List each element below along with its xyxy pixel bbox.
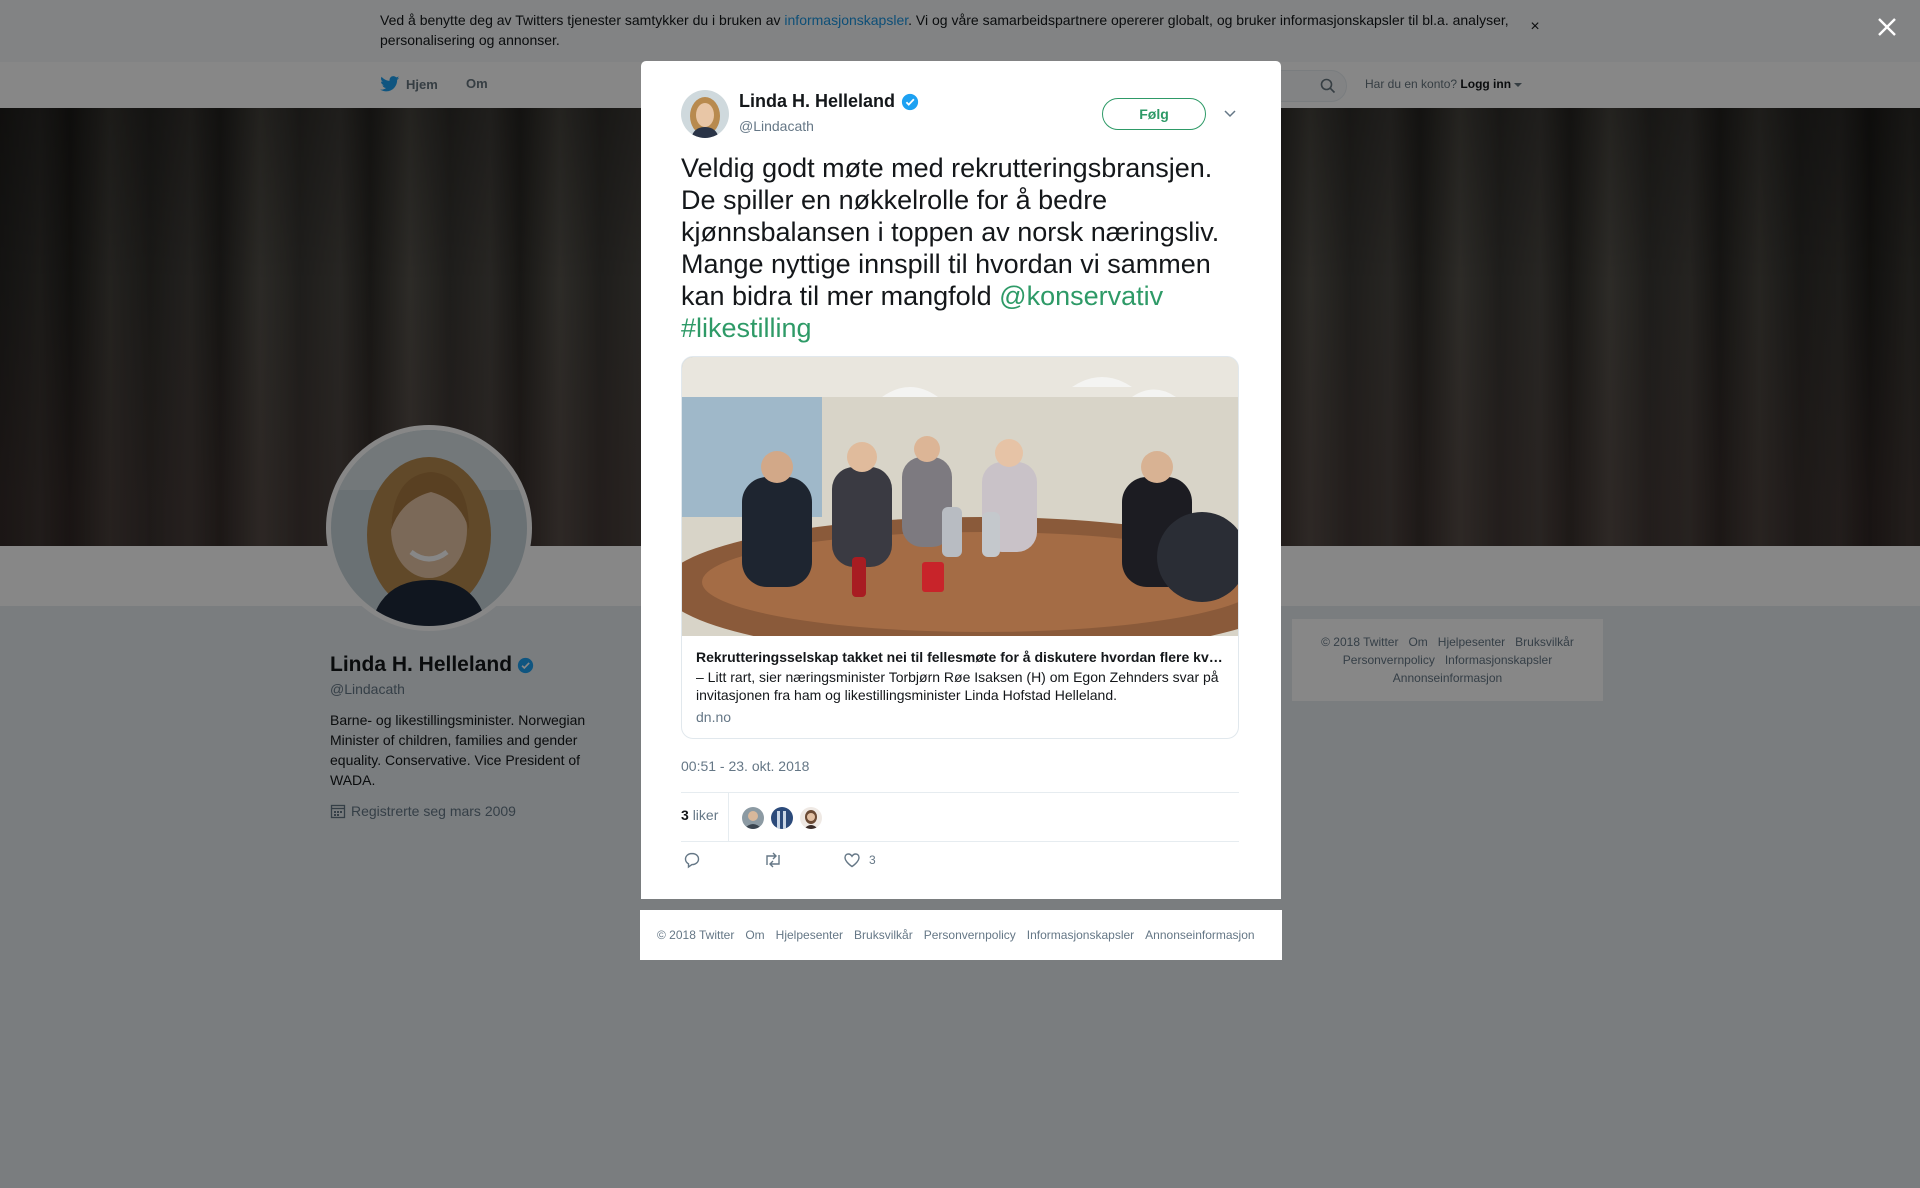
close-modal-icon[interactable]	[1872, 12, 1902, 42]
like-count: 3	[869, 853, 876, 867]
card-description: – Litt rart, sier næringsminister Torbjø…	[696, 669, 1219, 703]
hashtag-link[interactable]: #likestilling	[681, 313, 812, 343]
link-card[interactable]: Rekrutteringsselskap takket nei til fell…	[681, 356, 1239, 739]
liker-avatar[interactable]	[770, 806, 794, 830]
tweet-author-avatar[interactable]	[681, 90, 729, 138]
liker-avatar[interactable]	[741, 806, 765, 830]
footer-link[interactable]: Bruksvilkår	[854, 928, 913, 942]
retweet-icon	[766, 852, 780, 868]
tweet-actions: 3	[681, 851, 1239, 881]
likes-row: 3 liker	[681, 792, 1239, 842]
card-image	[682, 357, 1238, 636]
chevron-down-icon[interactable]	[1223, 106, 1237, 120]
tweet-timestamp[interactable]: 00:51 - 23. okt. 2018	[681, 758, 809, 774]
liker-avatar[interactable]	[799, 806, 823, 830]
card-domain: dn.no	[696, 709, 732, 725]
follow-button[interactable]: Følg	[1102, 98, 1206, 130]
footer-link[interactable]: Informasjonskapsler	[1027, 928, 1134, 942]
tweet-author-handle[interactable]: @Lindacath	[739, 118, 814, 134]
heart-icon	[844, 853, 860, 868]
footer-link[interactable]: Annonseinformasjon	[1145, 928, 1254, 942]
retweet-button[interactable]	[763, 851, 783, 869]
footer-link[interactable]: © 2018 Twitter	[657, 928, 734, 942]
tweet-modal: Linda H. Helleland @Lindacath Følg Veldi…	[641, 61, 1281, 899]
modal-footer: © 2018 Twitter Om Hjelpesenter Bruksvilk…	[640, 910, 1282, 960]
likes-divider	[728, 793, 729, 841]
footer-link[interactable]: Personvernpolicy	[924, 928, 1016, 942]
like-button[interactable]: 3	[843, 851, 876, 869]
footer-link[interactable]: Om	[745, 928, 764, 942]
tweet-text: Veldig godt møte med rekrutteringsbransj…	[681, 153, 1220, 343]
verified-badge-icon	[901, 93, 919, 110]
reply-button[interactable]	[683, 851, 701, 869]
author-photo	[681, 90, 729, 138]
mention-link[interactable]: @konservativ	[999, 281, 1163, 311]
card-title: Rekrutteringsselskap takket nei til fell…	[696, 649, 1226, 665]
footer-link[interactable]: Hjelpesenter	[776, 928, 843, 942]
likes-count[interactable]: 3 liker	[681, 807, 718, 823]
tweet-author-name[interactable]: Linda H. Helleland	[739, 91, 919, 112]
reply-icon	[684, 852, 700, 869]
